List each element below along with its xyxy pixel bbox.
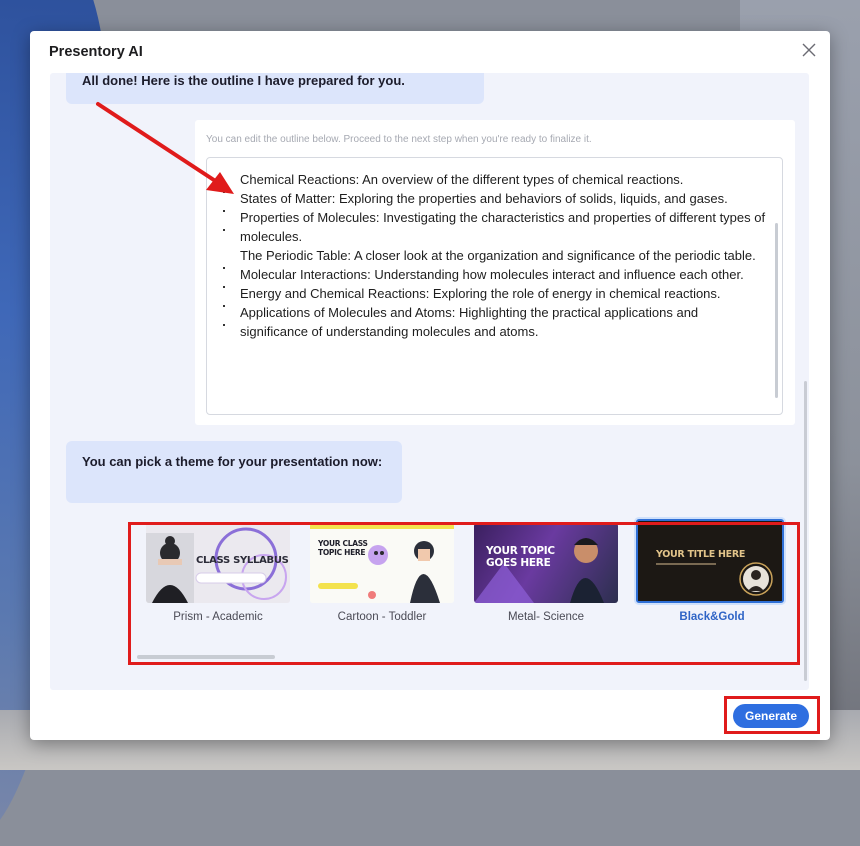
outline-item[interactable]: Properties of Molecules: Investigating t…	[223, 208, 769, 246]
theme-thumbnail: YOUR TOPIC GOES HERE	[474, 523, 618, 603]
outline-editor[interactable]: Chemical Reactions: An overview of the d…	[206, 157, 783, 415]
outline-item[interactable]: States of Matter: Exploring the properti…	[223, 189, 769, 212]
outline-list: Chemical Reactions: An overview of the d…	[223, 170, 769, 341]
cartoon-illustration	[310, 523, 454, 603]
theme-label: Prism - Academic	[173, 611, 263, 623]
outline-hint: You can edit the outline below. Proceed …	[206, 134, 592, 145]
theme-card-black-gold[interactable]: YOUR TITLE HERE Black&Gold	[636, 519, 788, 635]
theme-thumbnail: YOUR CLASS TOPIC HERE	[310, 523, 454, 603]
outline-item[interactable]: The Periodic Table: A closer look at the…	[223, 246, 769, 269]
theme-horizontal-scrollbar[interactable]	[137, 655, 275, 659]
outline-item[interactable]: Chemical Reactions: An overview of the d…	[223, 170, 769, 193]
theme-label: Cartoon - Toddler	[337, 611, 427, 623]
theme-thumb-title: YOUR TITLE HERE	[656, 549, 746, 560]
assistant-message-text: All done! Here is the outline I have pre…	[82, 73, 405, 88]
theme-label: Metal- Science	[507, 611, 585, 623]
outline-card: You can edit the outline below. Proceed …	[195, 120, 795, 425]
outline-item[interactable]: Energy and Chemical Reactions: Exploring…	[223, 284, 769, 307]
theme-thumbnail: YOUR TITLE HERE	[636, 519, 784, 603]
theme-picker: CLASS SYLLABUS Prism - Academic YOUR CLA…	[129, 519, 797, 665]
presentory-ai-dialog: Presentory AI All done! Here is the outl…	[30, 31, 830, 740]
outline-item[interactable]: Molecular Interactions: Understanding ho…	[223, 265, 769, 288]
close-icon[interactable]	[800, 41, 818, 59]
theme-card-metal-science[interactable]: YOUR TOPIC GOES HERE Metal- Science	[474, 523, 622, 635]
theme-card-prism-academic[interactable]: CLASS SYLLABUS Prism - Academic	[146, 523, 294, 635]
theme-thumbnail: CLASS SYLLABUS	[146, 523, 290, 603]
assistant-message-done: All done! Here is the outline I have pre…	[66, 73, 484, 104]
dialog-title: Presentory AI	[49, 44, 143, 60]
outline-item[interactable]: Applications of Molecules and Atoms: Hig…	[223, 303, 769, 341]
chat-area[interactable]: All done! Here is the outline I have pre…	[50, 73, 809, 690]
assistant-message-theme: You can pick a theme for your presentati…	[66, 441, 402, 503]
theme-thumb-title: YOUR TOPIC GOES HERE	[486, 545, 555, 569]
theme-label: Black&Gold	[679, 611, 745, 623]
theme-thumb-title: YOUR CLASS TOPIC HERE	[318, 539, 368, 557]
outline-scrollbar[interactable]	[775, 223, 778, 398]
generate-button[interactable]: Generate	[733, 704, 809, 728]
theme-card-cartoon-toddler[interactable]: YOUR CLASS TOPIC HERE Cartoon - Toddler	[310, 523, 458, 635]
black-gold-illustration	[638, 521, 782, 601]
theme-thumb-title: CLASS SYLLABUS	[196, 555, 289, 566]
chat-scrollbar[interactable]	[804, 381, 807, 681]
